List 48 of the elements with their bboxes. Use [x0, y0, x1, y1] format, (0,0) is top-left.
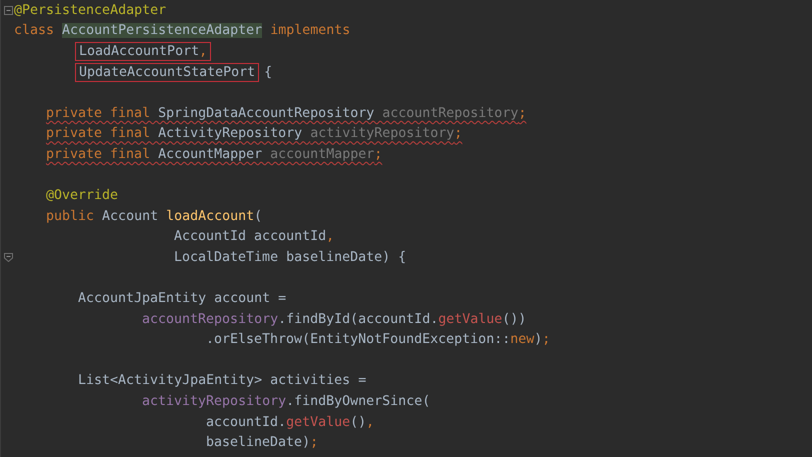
punctuation: ,: [199, 44, 208, 59]
method-name: loadAccount: [166, 208, 254, 224]
code-text: AccountId accountId: [174, 229, 326, 244]
punctuation: ;: [454, 126, 462, 142]
code-text: LocalDateTime baselineDate) {: [174, 250, 406, 265]
code-text: (: [254, 208, 262, 224]
method-call: getValue: [286, 414, 350, 430]
unused-field-name: accountRepository: [382, 106, 518, 121]
code-text: AccountMapper: [158, 146, 264, 162]
code-text: .findById(accountId.: [278, 312, 438, 327]
keyword-text: private final: [46, 146, 152, 162]
fold-icon[interactable]: [4, 6, 13, 15]
annotation-text: @Override: [46, 188, 118, 204]
code-text: AccountJpaEntity account =: [78, 291, 286, 306]
fold-icon[interactable]: [4, 252, 13, 262]
code-text: baselineDate): [206, 435, 310, 450]
punctuation: ,: [366, 414, 374, 430]
code-text: ): [534, 332, 542, 348]
keyword-text: class: [14, 23, 56, 38]
code-text: AccountPersistenceAdapter: [62, 23, 262, 38]
method-call: getValue: [438, 312, 502, 327]
code-text: Account: [102, 208, 160, 224]
punctuation: ;: [374, 146, 382, 162]
keyword-text: new: [510, 332, 534, 348]
unused-field-name: accountMapper: [270, 146, 374, 162]
code-text: .orElseThrow(EntityNotFoundException::: [206, 332, 510, 348]
punctuation: ;: [310, 435, 318, 450]
code-text: .findByOwnerSince(: [286, 394, 430, 410]
field-name: activityRepository: [142, 394, 286, 410]
punctuation: ;: [542, 332, 550, 348]
keyword-text: implements: [269, 23, 350, 38]
code-text: List<ActivityJpaEntity> activities =: [78, 373, 366, 388]
code-text: ActivityRepository: [158, 126, 304, 142]
keyword-text: private final: [46, 106, 152, 121]
unused-field-name: activityRepository: [310, 126, 454, 142]
code-text: UpdateAccountStatePort: [79, 64, 256, 80]
annotation-text: @PersistenceAdapter: [14, 2, 166, 18]
punctuation: ,: [326, 229, 334, 244]
code-text: accountId.: [206, 414, 286, 430]
field-name: accountRepository: [142, 312, 278, 327]
punctuation: ;: [518, 106, 526, 121]
keyword-text: public: [46, 208, 96, 224]
code-text: {: [263, 64, 272, 80]
keyword-text: private final: [46, 126, 152, 142]
code-text: LoadAccountPort: [79, 44, 200, 59]
code-text: ()): [502, 312, 526, 327]
code-text: (): [350, 414, 366, 430]
code-text: SpringDataAccountRepository: [158, 106, 376, 121]
